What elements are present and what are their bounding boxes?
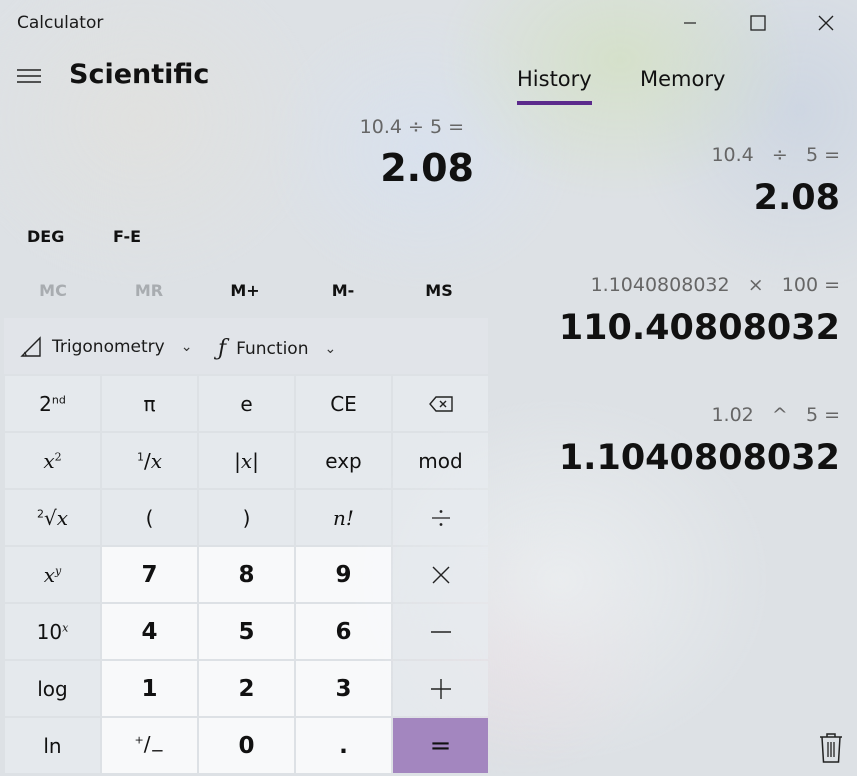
memory-clear-button[interactable]: MC — [4, 281, 102, 300]
factorial-label: n! — [333, 505, 354, 530]
digit-1-button[interactable]: 1 — [102, 661, 197, 716]
close-paren-button[interactable]: ) — [199, 490, 294, 545]
negate-label: +/− — [134, 731, 165, 760]
backspace-button[interactable] — [393, 376, 488, 431]
ten-power-button[interactable]: 10x — [5, 604, 100, 659]
second-function-button[interactable]: 2nd — [5, 376, 100, 431]
equals-button[interactable]: = — [393, 718, 488, 773]
history-operand-a: 1.02 — [711, 404, 754, 426]
negate-button[interactable]: +/− — [102, 718, 197, 773]
function-dropdown[interactable]: ƒ Function ⌄ — [218, 336, 336, 361]
history-operand-b: 5 — [805, 404, 819, 426]
pi-button[interactable]: π — [102, 376, 197, 431]
abs-label: |x| — [234, 448, 259, 473]
digit-4-button[interactable]: 4 — [102, 604, 197, 659]
multiply-button[interactable] — [393, 547, 488, 602]
log-button[interactable]: log — [5, 661, 100, 716]
history-equals: = — [824, 144, 840, 166]
hamburger-menu-button[interactable] — [17, 62, 41, 90]
chevron-down-icon: ⌄ — [180, 339, 193, 355]
memory-subtract-button[interactable]: M- — [294, 281, 392, 300]
history-equals: = — [824, 274, 840, 296]
chevron-down-icon: ⌄ — [324, 340, 337, 357]
divide-button[interactable] — [393, 490, 488, 545]
window-title: Calculator — [17, 13, 104, 33]
history-operator: × — [747, 274, 764, 296]
history-operand-a: 1.1040808032 — [590, 274, 730, 296]
decimal-button[interactable]: . — [296, 718, 391, 773]
digit-0-button[interactable]: 0 — [199, 718, 294, 773]
second-label: 2nd — [39, 391, 66, 416]
trigonometry-dropdown[interactable]: Trigonometry ⌄ — [20, 336, 192, 358]
active-tab-indicator — [517, 101, 592, 105]
history-operator: ÷ — [771, 144, 788, 166]
history-operand-a: 10.4 — [711, 144, 754, 166]
square-root-button[interactable]: 2√x — [5, 490, 100, 545]
e-button[interactable]: e — [199, 376, 294, 431]
digit-3-button[interactable]: 3 — [296, 661, 391, 716]
backspace-icon — [428, 395, 453, 412]
history-result[interactable]: 1.1040808032 — [559, 438, 840, 478]
digit-9-button[interactable]: 9 — [296, 547, 391, 602]
exp-button[interactable]: exp — [296, 433, 391, 488]
digit-6-button[interactable]: 6 — [296, 604, 391, 659]
multiply-icon — [432, 566, 449, 583]
clear-history-button[interactable] — [818, 732, 848, 766]
result-display: 2.08 — [380, 146, 474, 190]
reciprocal-label: 1/x — [136, 448, 163, 473]
history-operand-b: 5 — [805, 144, 819, 166]
absolute-value-button[interactable]: |x| — [199, 433, 294, 488]
memory-add-button[interactable]: M+ — [196, 281, 294, 300]
ln-button[interactable]: ln — [5, 718, 100, 773]
history-operator: ^ — [771, 404, 788, 426]
function-f-icon: ƒ — [218, 336, 227, 361]
divide-icon — [431, 509, 450, 526]
mod-button[interactable]: mod — [393, 433, 488, 488]
history-result[interactable]: 2.08 — [754, 178, 840, 218]
history-operand-b: 100 — [781, 274, 819, 296]
digit-8-button[interactable]: 8 — [199, 547, 294, 602]
digit-5-button[interactable]: 5 — [199, 604, 294, 659]
mode-title: Scientific — [69, 59, 210, 90]
factorial-button[interactable]: n! — [296, 490, 391, 545]
minimize-icon — [684, 22, 696, 24]
trash-icon — [820, 733, 842, 763]
reciprocal-button[interactable]: 1/x — [102, 433, 197, 488]
hamburger-menu-icon — [17, 69, 41, 83]
tab-memory[interactable]: Memory — [640, 67, 725, 91]
memory-store-button[interactable]: MS — [390, 281, 488, 300]
close-button[interactable] — [792, 0, 857, 46]
function-label: Function — [236, 338, 309, 359]
memory-recall-button[interactable]: MR — [100, 281, 198, 300]
history-result[interactable]: 110.40808032 — [559, 308, 840, 348]
history-expression[interactable]: 1.02 ^ 5 = — [711, 404, 840, 426]
history-expression[interactable]: 1.1040808032 × 100 = — [591, 274, 840, 296]
tab-history[interactable]: History — [517, 67, 592, 91]
fe-toggle-button[interactable]: F-E — [113, 227, 141, 246]
maximize-icon — [750, 15, 766, 31]
close-icon — [818, 15, 834, 31]
trigonometry-label: Trigonometry — [52, 337, 165, 357]
maximize-button[interactable] — [724, 0, 792, 46]
power-button[interactable]: xy — [5, 547, 100, 602]
digit-7-button[interactable]: 7 — [102, 547, 197, 602]
angle-unit-button[interactable]: DEG — [27, 227, 64, 246]
root-label: 2√x — [36, 505, 69, 530]
expression-display: 10.4 ÷ 5 = — [359, 116, 464, 138]
minus-icon — [430, 630, 451, 633]
digit-2-button[interactable]: 2 — [199, 661, 294, 716]
clear-entry-button[interactable]: CE — [296, 376, 391, 431]
triangle-ruler-icon — [20, 336, 41, 357]
open-paren-button[interactable]: ( — [102, 490, 197, 545]
x-squared-label: x2 — [43, 448, 62, 473]
add-button[interactable] — [393, 661, 488, 716]
history-equals: = — [824, 404, 840, 426]
history-expression[interactable]: 10.4 ÷ 5 = — [711, 144, 840, 166]
x-power-label: xy — [43, 562, 62, 587]
plus-icon — [430, 678, 451, 699]
ten-power-label: 10x — [36, 619, 69, 644]
minimize-button[interactable] — [656, 0, 724, 46]
subtract-button[interactable] — [393, 604, 488, 659]
square-button[interactable]: x2 — [5, 433, 100, 488]
